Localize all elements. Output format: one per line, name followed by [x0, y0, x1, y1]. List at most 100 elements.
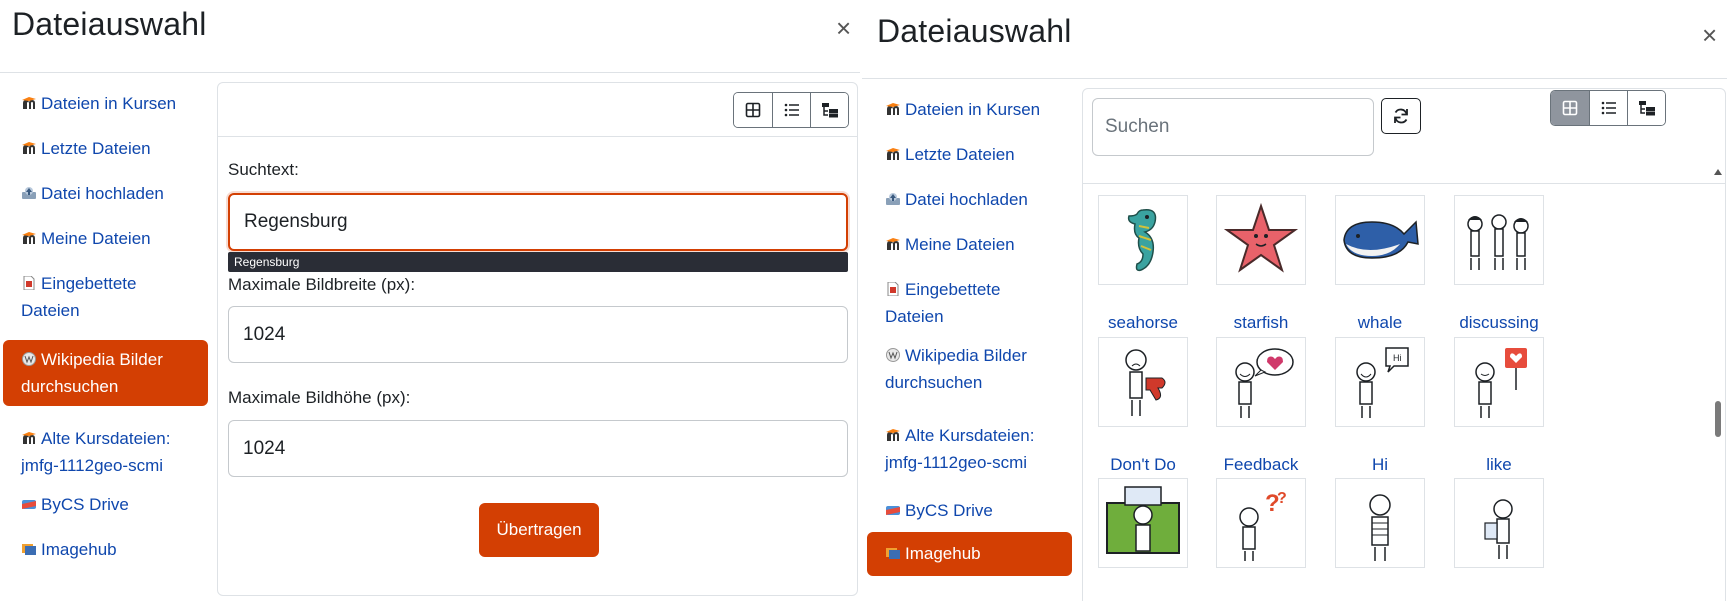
list-icon [1601, 101, 1616, 115]
file-thumbnail [1454, 478, 1544, 568]
upload-icon [21, 181, 37, 199]
sidebar-item-datei-hochladen[interactable]: Datei hochladen [3, 180, 208, 207]
search-text-input[interactable]: Regensburg [228, 193, 848, 251]
sidebar-item-imagehub[interactable]: Imagehub [867, 532, 1072, 576]
tree-icon [1638, 101, 1655, 116]
refresh-icon [1394, 108, 1408, 124]
view-switcher [1550, 90, 1666, 126]
file-picker-dialog-left: Dateiauswahl × Dateien in Kursen Letzte … [0, 0, 860, 601]
upload-icon [885, 187, 901, 205]
drive-icon [885, 498, 901, 515]
file-item[interactable] [1439, 478, 1559, 596]
file-thumbnail [1098, 337, 1188, 427]
sidebar-item-bycs-drive[interactable]: ByCS Drive [3, 491, 208, 518]
max-height-input[interactable]: 1024 [228, 420, 848, 477]
file-thumbnail: Hi [1335, 337, 1425, 427]
wikipedia-icon [21, 347, 37, 366]
sidebar-item-eingebettete-dateien[interactable]: Eingebettete Dateien [867, 276, 1072, 330]
sidebar-item-imagehub[interactable]: Imagehub [3, 536, 208, 563]
moodle-icon [885, 97, 901, 115]
file-item[interactable]: discussing [1439, 195, 1559, 333]
max-width-input[interactable]: 1024 [228, 306, 848, 363]
sidebar-item-letzte-dateien[interactable]: Letzte Dateien [867, 141, 1072, 168]
file-list-scrollbar[interactable] [1713, 169, 1723, 601]
sidebar-item-wikipedia[interactable]: Wikipedia Bilder durchsuchen [867, 342, 1072, 396]
sidebar-item-eingebettete-dateien[interactable]: Eingebettete Dateien [3, 270, 208, 324]
submit-button[interactable]: Übertragen [479, 503, 599, 557]
scroll-up-arrow-icon[interactable] [1714, 169, 1722, 175]
clipboard-image [1484, 499, 1513, 559]
autocomplete-suggestion[interactable]: Regensburg [228, 252, 848, 272]
presentation-image [1106, 486, 1180, 554]
hi-image: Hi [1356, 347, 1409, 418]
moodle-icon [885, 232, 901, 250]
file-item[interactable]: like [1439, 337, 1559, 475]
view-icons-button[interactable] [734, 93, 772, 127]
question-image: ?? [1239, 490, 1287, 561]
moodle-icon [21, 426, 37, 444]
file-picker-dialog-right: Dateiauswahl × Dateien in Kursen Letzte … [862, 0, 1727, 601]
grid-icon [745, 102, 761, 118]
embedded-file-icon [21, 271, 37, 291]
sidebar-item-dateien-in-kursen[interactable]: Dateien in Kursen [3, 90, 208, 117]
sidebar-item-letzte-dateien[interactable]: Letzte Dateien [3, 135, 208, 162]
file-item[interactable]: Feedback [1201, 337, 1321, 475]
file-item[interactable] [1083, 478, 1203, 596]
like-image [1475, 348, 1527, 418]
file-item[interactable]: ?? [1201, 478, 1321, 596]
max-width-label: Maximale Bildbreite (px): [228, 275, 416, 294]
file-thumbnail [1454, 195, 1544, 285]
refresh-button[interactable] [1381, 98, 1421, 134]
moodle-icon [885, 423, 901, 441]
sidebar-item-datei-hochladen[interactable]: Datei hochladen [867, 186, 1072, 213]
search-input[interactable]: Suchen [1092, 98, 1374, 156]
sidebar-item-meine-dateien[interactable]: Meine Dateien [3, 225, 208, 252]
view-tree-button[interactable] [1627, 91, 1665, 125]
close-icon[interactable]: × [836, 15, 851, 41]
sidebar-item-dateien-in-kursen[interactable]: Dateien in Kursen [867, 96, 1072, 123]
file-item[interactable]: whale [1320, 195, 1440, 333]
tree-icon [821, 103, 838, 118]
file-name: discussing [1459, 313, 1539, 332]
file-name: Don't Do [1110, 455, 1176, 474]
seahorse-image [1127, 209, 1157, 272]
moodle-icon [21, 136, 37, 154]
repository-content-panel: Suchtext: Regensburg Regensburg Maximale… [217, 82, 858, 596]
sidebar-item-alte-kursdateien[interactable]: Alte Kursdateien: jmfg-1112geo-scmi [3, 425, 208, 479]
view-list-button[interactable] [1589, 91, 1627, 125]
file-name: Feedback [1223, 455, 1299, 474]
whale-image [1343, 220, 1419, 259]
imagehub-icon [885, 541, 901, 559]
svg-text:Hi: Hi [1393, 353, 1402, 363]
file-thumbnail [1216, 337, 1306, 427]
view-list-button[interactable] [772, 93, 810, 127]
view-switcher [733, 92, 849, 128]
file-item[interactable]: Hi Hi [1320, 337, 1440, 475]
list-icon [784, 103, 799, 117]
file-name: Hi [1371, 455, 1389, 474]
drive-icon [21, 492, 37, 509]
moodle-icon [885, 142, 901, 160]
file-item[interactable] [1320, 478, 1440, 596]
file-item[interactable]: seahorse [1083, 195, 1203, 333]
scrollbar-thumb[interactable] [1715, 401, 1721, 437]
person-image [1369, 494, 1391, 561]
file-thumbnail [1335, 195, 1425, 285]
view-tree-button[interactable] [810, 93, 848, 127]
file-item[interactable]: Don't Do [1083, 337, 1203, 475]
view-icons-button[interactable] [1551, 91, 1589, 125]
wikipedia-icon [885, 343, 901, 362]
moodle-icon [21, 226, 37, 244]
dialog-title: Dateiauswahl [877, 13, 1072, 49]
file-item[interactable]: starfish [1201, 195, 1321, 333]
close-icon[interactable]: × [1702, 22, 1717, 48]
sidebar-item-meine-dateien[interactable]: Meine Dateien [867, 231, 1072, 258]
sidebar-item-bycs-drive[interactable]: ByCS Drive [867, 497, 1072, 524]
sidebar-item-alte-kursdateien[interactable]: Alte Kursdateien: jmfg-1112geo-scmi [867, 422, 1072, 476]
dont-do-image [1125, 349, 1166, 416]
sidebar-item-wikipedia[interactable]: Wikipedia Bilder durchsuchen [3, 340, 208, 406]
max-height-label: Maximale Bildhöhe (px): [228, 388, 411, 407]
embedded-file-icon [885, 277, 901, 297]
moodle-icon [21, 91, 37, 109]
file-thumbnail [1216, 195, 1306, 285]
